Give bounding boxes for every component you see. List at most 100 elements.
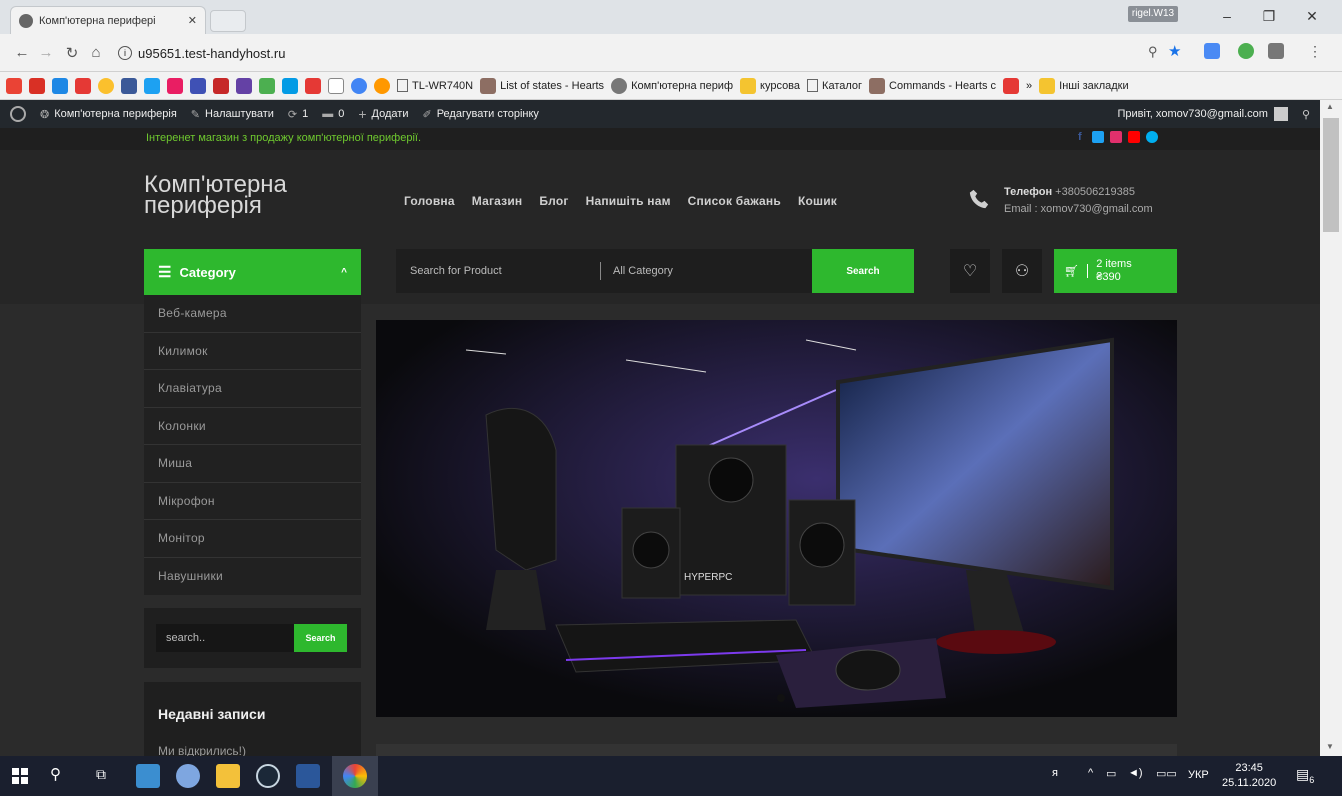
wishlist-heart-icon[interactable]: ♡ <box>950 249 990 293</box>
people-icon[interactable]: ᴙ <box>1052 767 1058 779</box>
facebook-icon[interactable]: f <box>1078 131 1086 143</box>
other-bookmarks[interactable]: Інші закладки <box>1039 77 1129 94</box>
google-icon[interactable] <box>351 77 367 94</box>
search-icon[interactable]: ⚲ <box>1302 108 1310 121</box>
category-item[interactable]: Колонки <box>144 408 361 445</box>
youtube-icon[interactable] <box>1003 77 1020 94</box>
category-item[interactable]: Монітор <box>144 520 361 558</box>
nav-wishlist[interactable]: Список бажань <box>688 194 781 208</box>
youtube-icon[interactable] <box>75 77 91 94</box>
minimize-icon[interactable]: – <box>1212 8 1242 24</box>
wp-add-new[interactable]: + Додати <box>358 106 408 122</box>
network-icon[interactable]: ▭ <box>1106 767 1116 780</box>
category-item[interactable]: Килимок <box>144 333 361 370</box>
bookmark-list-of-states[interactable]: List of states - Hearts <box>480 77 604 94</box>
search-icon[interactable]: ⚲ <box>50 765 61 783</box>
bookmark-icon[interactable] <box>98 77 114 94</box>
reload-icon[interactable]: ↻ <box>62 44 82 62</box>
close-window-icon[interactable]: ✕ <box>1297 8 1327 25</box>
bookmark-folder-kursova[interactable]: курсова <box>740 77 800 94</box>
bookmark-site[interactable]: Комп'ютерна периф <box>611 77 733 94</box>
translate-extension-icon[interactable] <box>1204 43 1220 59</box>
search-input[interactable]: Search for Product <box>410 265 600 277</box>
nav-home[interactable]: Головна <box>404 194 455 208</box>
bookmark-commands[interactable]: Commands - Hearts c <box>869 77 996 94</box>
bookmark-icon[interactable] <box>29 77 45 94</box>
menu-icon[interactable]: ⋮ <box>1308 43 1322 60</box>
chrome-icon[interactable] <box>374 77 390 94</box>
bookmark-icon[interactable] <box>259 77 275 94</box>
zoom-icon[interactable]: ⚲ <box>1148 44 1158 60</box>
scroll-up-icon[interactable]: ▲ <box>1326 102 1334 111</box>
category-item[interactable]: Миша <box>144 445 361 483</box>
volume-icon[interactable]: ◄) <box>1128 767 1143 779</box>
word-icon[interactable] <box>296 764 320 788</box>
wp-greeting[interactable]: Привіт, xomov730@gmail.com <box>1118 108 1268 120</box>
twitch-icon[interactable] <box>236 77 252 94</box>
keyboard-icon[interactable]: ▭▭ <box>1156 767 1177 780</box>
bookmark-icon[interactable] <box>282 77 298 94</box>
bookmark-icon[interactable] <box>6 77 22 94</box>
nav-shop[interactable]: Магазин <box>472 194 523 208</box>
category-item[interactable]: Навушники <box>144 558 361 596</box>
url-field[interactable]: i u95651.test-handyhost.ru <box>118 40 1198 66</box>
bookmark-katalog[interactable]: Каталог <box>807 79 862 92</box>
taskbar-app-icon[interactable] <box>176 764 200 788</box>
recent-post-link[interactable]: Ми відкрились!) <box>158 744 361 756</box>
bookmark-icon[interactable] <box>305 77 321 94</box>
file-explorer-icon[interactable] <box>216 764 240 788</box>
category-item[interactable]: Клавіатура <box>144 370 361 408</box>
profile-badge[interactable]: rigel.W13 <box>1128 6 1178 22</box>
scroll-down-icon[interactable]: ▼ <box>1326 742 1334 751</box>
category-toggle-button[interactable]: ☰ Category ^ <box>144 249 361 295</box>
scrollbar-thumb[interactable] <box>1323 118 1339 232</box>
close-tab-icon[interactable]: ✕ <box>188 14 197 27</box>
taskbar-app-icon[interactable] <box>136 764 160 788</box>
site-logo[interactable]: Комп'ютерна периферія <box>144 173 287 218</box>
info-icon[interactable]: i <box>118 46 132 60</box>
twitter-icon[interactable] <box>144 77 160 94</box>
bookmark-icon[interactable] <box>52 77 68 94</box>
taskbar-active-app[interactable] <box>332 756 378 796</box>
bookmark-icon[interactable] <box>190 77 206 94</box>
search-button[interactable]: Search <box>812 249 914 293</box>
facebook-icon[interactable] <box>121 77 137 94</box>
start-icon[interactable] <box>12 768 28 784</box>
forward-icon[interactable]: → <box>36 44 56 61</box>
sidebar-search-input[interactable]: search.. <box>156 624 294 652</box>
home-icon[interactable]: ⌂ <box>86 44 106 61</box>
wp-comments[interactable]: ▬ 0 <box>322 108 344 120</box>
hero-banner[interactable]: HYPERPC <box>376 320 1177 717</box>
wp-customize[interactable]: ✎ Налаштувати <box>191 108 274 121</box>
cart-button[interactable]: 🛒︎ 2 items ₴390 <box>1054 249 1177 293</box>
category-item[interactable]: Мікрофон <box>144 483 361 520</box>
bookmarks-overflow[interactable]: » <box>1026 80 1032 92</box>
gmail-icon[interactable] <box>213 77 229 94</box>
wp-edit-page[interactable]: ✐ Редагувати сторінку <box>422 108 538 121</box>
notification-icon[interactable]: ▤6 <box>1296 766 1314 785</box>
instagram-icon[interactable] <box>1110 131 1122 143</box>
account-icon[interactable]: ⚇ <box>1002 249 1042 293</box>
new-tab-button[interactable] <box>210 10 246 32</box>
bookmark-icon[interactable] <box>167 77 183 94</box>
clock[interactable]: 23:45 25.11.2020 <box>1222 761 1276 791</box>
nav-cart[interactable]: Кошик <box>798 194 837 208</box>
nav-contact[interactable]: Напишіть нам <box>586 194 671 208</box>
wp-updates[interactable]: ⟳ 1 <box>288 108 308 121</box>
wp-site-link[interactable]: ❂ Комп'ютерна периферія <box>40 108 177 121</box>
category-item[interactable]: Веб-камера <box>144 295 361 333</box>
user-avatar[interactable] <box>1273 107 1288 121</box>
back-icon[interactable]: ← <box>12 44 32 61</box>
bookmark-star-icon[interactable]: ★ <box>1168 42 1181 60</box>
twitter-icon[interactable] <box>1092 131 1104 143</box>
extension-icon[interactable] <box>1238 43 1254 59</box>
tray-chevron-icon[interactable]: ^ <box>1088 767 1093 779</box>
steam-icon[interactable] <box>256 764 280 788</box>
bookmark-icon[interactable] <box>328 77 344 94</box>
task-view-icon[interactable]: ⧉ <box>96 766 106 783</box>
extension-icon[interactable] <box>1268 43 1284 59</box>
skype-icon[interactable] <box>1146 131 1158 143</box>
sidebar-search-button[interactable]: Search <box>294 624 347 652</box>
category-select[interactable]: All Category <box>613 265 673 277</box>
browser-tab[interactable]: Комп'ютерна перифері ✕ <box>10 6 206 34</box>
